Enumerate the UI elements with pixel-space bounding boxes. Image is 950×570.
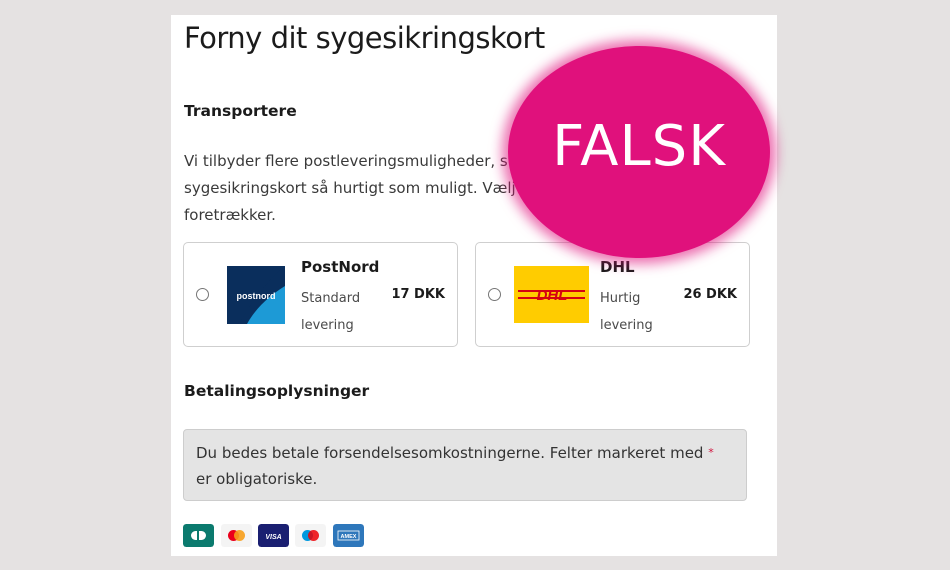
carrier-desc-line: levering	[600, 318, 653, 333]
carrier-desc-line: levering	[301, 318, 354, 333]
intro-line: foretrækker.	[184, 206, 276, 224]
fake-warning-stamp: FALSK	[508, 46, 770, 258]
carrier-description: Standard levering	[301, 285, 371, 339]
carrier-option-postnord[interactable]: postnord PostNord Standard levering 17 D…	[183, 242, 458, 347]
carrier-name: DHL	[600, 258, 635, 276]
required-marker: *	[708, 446, 714, 459]
postnord-logo: postnord	[227, 266, 285, 324]
dankort-icon	[183, 524, 214, 547]
visa-icon: VISA	[258, 524, 289, 547]
amex-label: AMEX	[341, 534, 357, 540]
postnord-logo-text: postnord	[237, 291, 276, 301]
carrier-name: PostNord	[301, 258, 380, 276]
carrier-price: 26 DKK	[683, 287, 737, 302]
mastercard-icon	[221, 524, 252, 547]
dhl-radio[interactable]	[488, 288, 501, 301]
page-title: Forny dit sygesikringskort	[184, 21, 545, 55]
payment-notice: Du bedes betale forsendelsesomkostninger…	[183, 429, 747, 501]
carrier-description: Hurtig levering	[600, 285, 670, 339]
carrier-price: 17 DKK	[391, 287, 445, 302]
carrier-desc-line: Hurtig	[600, 291, 641, 306]
postnord-radio[interactable]	[196, 288, 209, 301]
amex-icon: AMEX	[333, 524, 364, 547]
notice-text: Du bedes betale forsendelsesomkostninger…	[196, 444, 704, 462]
fake-warning-text: FALSK	[552, 113, 726, 179]
carrier-option-dhl[interactable]: DHL DHL Hurtig levering 26 DKK	[475, 242, 750, 347]
dhl-logo: DHL	[514, 266, 589, 323]
carrier-desc-line: Standard	[301, 291, 361, 306]
dhl-logo-text: DHL	[537, 287, 568, 304]
visa-label: VISA	[265, 534, 281, 541]
maestro-icon	[295, 524, 326, 547]
payment-heading: Betalingsoplysninger	[184, 382, 370, 400]
notice-text-2: er obligatoriske.	[196, 470, 318, 488]
transport-heading: Transportere	[184, 102, 297, 120]
